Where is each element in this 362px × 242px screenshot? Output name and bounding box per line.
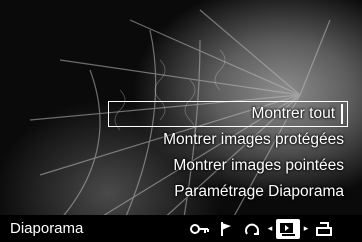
playback-screen: Montrer tout Montrer images protégées Mo… [0,0,362,242]
flag-icon[interactable] [214,219,238,239]
menu-item-slideshow-settings[interactable]: Paramétrage Diaporama [108,179,348,205]
status-bar: Diaporama ◂ ▸ [0,215,362,242]
menu-item-show-protected[interactable]: Montrer images protégées [108,127,348,153]
rotate-icon[interactable] [240,219,264,239]
separator-icon: ▸ [303,223,309,233]
playback-menu: Montrer tout Montrer images protégées Mo… [108,101,348,205]
menu-item-show-all[interactable]: Montrer tout [108,101,348,127]
separator-icon: ◂ [267,223,273,233]
print-icon[interactable] [312,219,336,239]
function-icons: ◂ ▸ [188,218,336,239]
menu-item-label: Montrer tout [251,105,335,122]
slideshow-icon[interactable] [276,218,300,239]
menu-item-show-marked[interactable]: Montrer images pointées [108,153,348,179]
menu-item-label: Paramétrage Diaporama [174,183,344,200]
menu-item-label: Montrer images protégées [163,131,344,148]
mode-label: Diaporama [10,220,84,237]
key-icon[interactable] [188,219,212,239]
menu-item-label: Montrer images pointées [173,157,344,174]
